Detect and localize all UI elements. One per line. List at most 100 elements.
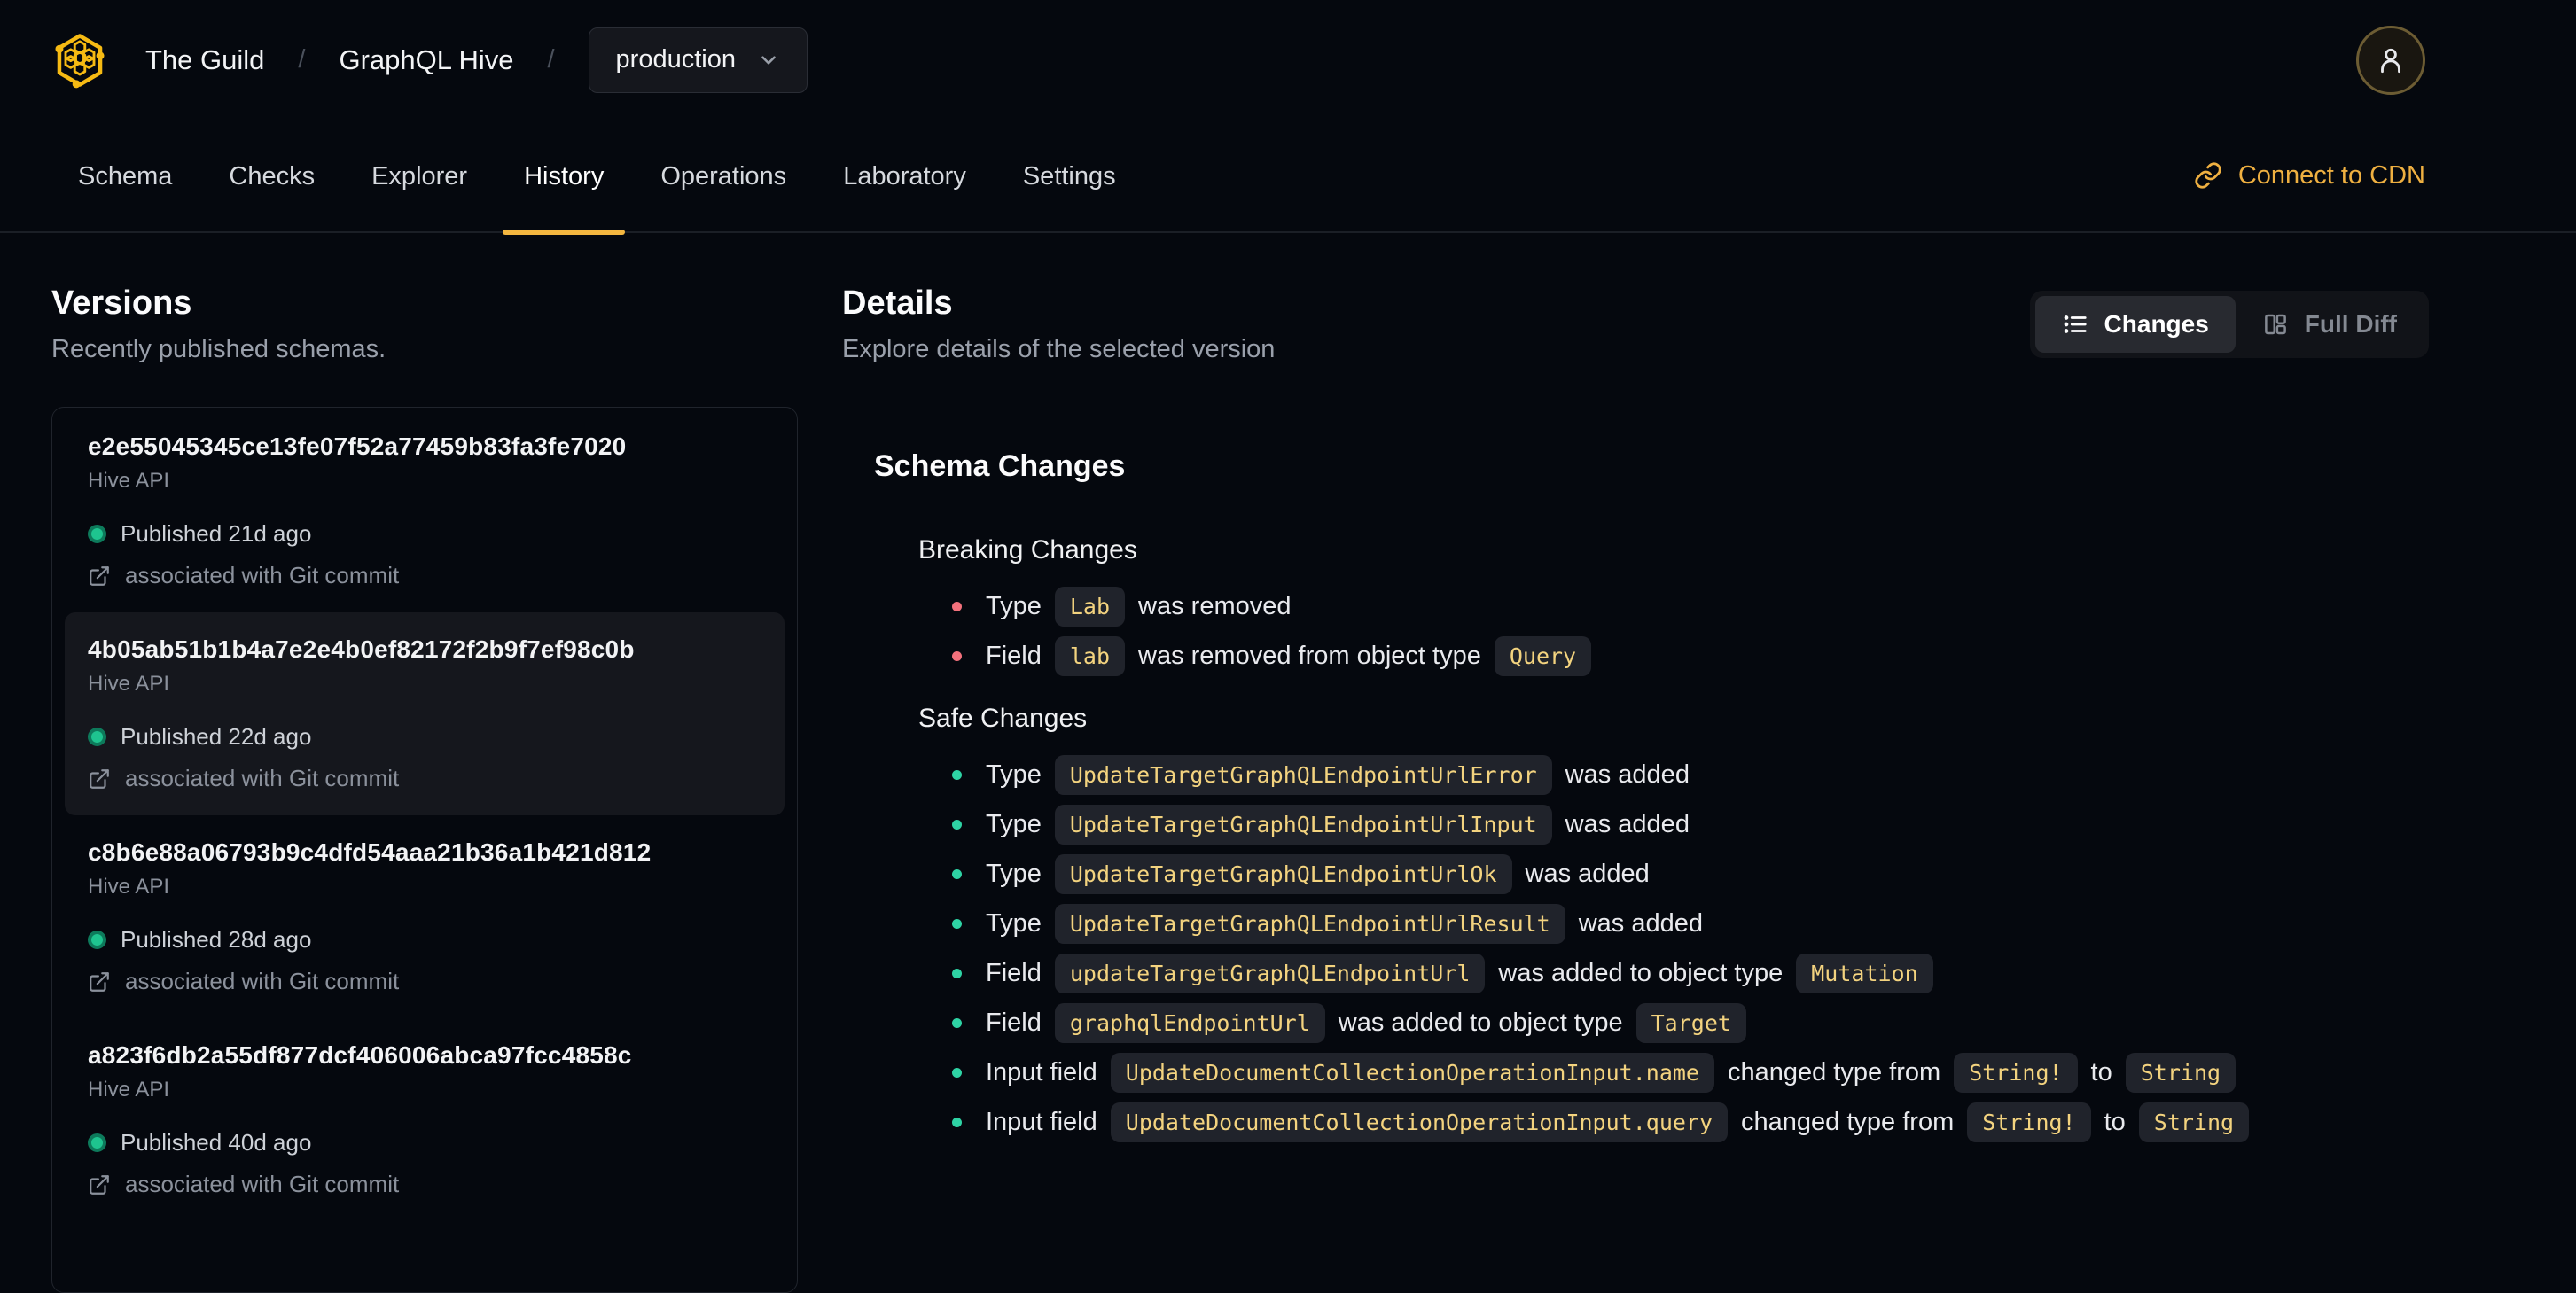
external-link-icon <box>90 768 109 789</box>
schema-change-code-badge: UpdateTargetGraphQLEndpointUrlInput <box>1054 804 1552 845</box>
project-tab-bar: Schema Checks Explorer History Operations Lab… <box>0 120 2576 235</box>
tab-explorer[interactable]: Explorer <box>345 120 494 233</box>
external-link-icon <box>90 565 109 586</box>
schema-change-text: was added <box>1565 759 1690 789</box>
full-diff-view-button[interactable]: Full Diff <box>2236 296 2424 353</box>
tabs-container: Schema Checks Explorer History Operations Lab… <box>51 120 1146 235</box>
full-diff-view-label: Full Diff <box>2304 310 2397 338</box>
tab-laboratory[interactable]: Laboratory <box>816 120 993 233</box>
safe-bullet-dot <box>952 1117 962 1127</box>
schema-change-code-badge: String <box>2125 1052 2236 1093</box>
git-commit-label: associated with Git commit <box>125 562 400 588</box>
version-hash: e2e55045345ce13fe07f52a77459b83fa3fe7020 <box>88 432 627 460</box>
breadcrumb-org[interactable]: The Guild <box>145 44 264 76</box>
schema-change-row: Field graphqlEndpointUrl was added to obje… <box>952 1001 2429 1044</box>
safe-changes-subsection: Safe Changes Type UpdateTargetGraphQLEndpo… <box>918 704 2429 1143</box>
changes-view-button[interactable]: Changes <box>2034 296 2236 353</box>
list-icon <box>2064 315 2087 333</box>
version-service-name: Hive API <box>88 1078 170 1102</box>
tab-operations[interactable]: Operations <box>634 120 813 233</box>
app-header: The Guild / GraphQL Hive / production <box>0 0 2576 120</box>
schema-change-text: changed type from <box>1741 1107 1955 1136</box>
details-header: Details Explore details of the selected … <box>842 284 2429 364</box>
target-selector-dropdown[interactable]: production <box>588 27 808 93</box>
details-subtitle: Explore details of the selected version <box>842 335 1276 363</box>
schema-change-row: Field updateTargetGraphQLEndpointUrl was a… <box>952 952 2429 994</box>
schema-change-text: Type <box>986 859 1042 888</box>
git-commit-label: associated with Git commit <box>125 765 400 791</box>
schema-change-code-badge: UpdateTargetGraphQLEndpointUrlError <box>1054 754 1552 795</box>
schema-change-code-badge: graphqlEndpointUrl <box>1054 1002 1325 1043</box>
schema-change-code-badge: Target <box>1635 1002 1746 1043</box>
schema-change-text: was added <box>1565 809 1690 838</box>
columns-icon <box>2264 314 2286 335</box>
user-icon <box>2381 48 2400 73</box>
schema-change-text: Type <box>986 809 1042 838</box>
schema-changes-section: Schema Changes Breaking Changes Type Lab wa… <box>874 449 2429 1143</box>
schema-change-text: changed type from <box>1727 1057 1941 1087</box>
tab-checks[interactable]: Checks <box>202 120 341 233</box>
breaking-bullet-dot <box>952 650 962 661</box>
breaking-changes-list: Type Lab was removed Field lab was removed fr… <box>918 585 2429 677</box>
tab-settings[interactable]: Settings <box>996 120 1143 233</box>
schema-change-text: Field <box>986 641 1042 670</box>
git-commit-label: associated with Git commit <box>125 1171 400 1197</box>
schema-change-text: was removed from object type <box>1138 641 1481 670</box>
version-service-name: Hive API <box>88 875 170 899</box>
breadcrumb-project[interactable]: GraphQL Hive <box>339 44 513 76</box>
git-commit-link[interactable]: associated with Git commit <box>88 562 761 589</box>
schema-change-code-badge: updateTargetGraphQLEndpointUrl <box>1054 953 1486 993</box>
safe-bullet-dot <box>952 1067 962 1078</box>
safe-bullet-dot <box>952 918 962 929</box>
changes-view-label: Changes <box>2104 310 2209 338</box>
version-service-name: Hive API <box>88 469 170 493</box>
version-list-item[interactable]: c8b6e88a06793b9c4dfd54aaa21b36a1b421d812… <box>52 815 797 1018</box>
version-publish-status: Published 28d ago <box>88 926 761 954</box>
version-publish-status: Published 40d ago <box>88 1129 761 1157</box>
git-commit-link[interactable]: associated with Git commit <box>88 765 761 792</box>
link-icon <box>2195 162 2221 189</box>
schema-change-code-badge: Lab <box>1054 586 1126 627</box>
schema-change-row: Input field UpdateDocumentCollectionOpera… <box>952 1051 2429 1094</box>
user-avatar[interactable] <box>2356 25 2425 95</box>
view-toggle-group: Changes Full Diff <box>2029 291 2429 358</box>
versions-list: e2e55045345ce13fe07f52a77459b83fa3fe7020… <box>51 407 798 1293</box>
published-status-text: Published 22d ago <box>121 723 312 750</box>
schema-change-row: Field lab was removed from object type Quer… <box>952 635 2429 677</box>
git-commit-link[interactable]: associated with Git commit <box>88 968 761 995</box>
version-list-item[interactable]: a823f6db2a55df877dcf406006abca97fcc4858c… <box>52 1018 797 1221</box>
breadcrumb-separator: / <box>298 45 306 74</box>
version-service-name: Hive API <box>88 672 170 696</box>
safe-bullet-dot <box>952 819 962 830</box>
hive-logo-icon[interactable] <box>51 32 108 89</box>
external-link-icon <box>90 1174 109 1195</box>
schema-change-row: Type UpdateTargetGraphQLEndpointUrlInput w… <box>952 803 2429 845</box>
schema-change-text: Input field <box>986 1057 1097 1087</box>
schema-change-row: Type Lab was removed <box>952 585 2429 627</box>
safe-bullet-dot <box>952 1017 962 1028</box>
breaking-changes-title: Breaking Changes <box>918 535 1137 565</box>
version-publish-status: Published 21d ago <box>88 520 761 548</box>
schema-change-text: Type <box>986 759 1042 789</box>
tab-history[interactable]: History <box>497 120 630 235</box>
chevron-down-icon <box>761 55 776 65</box>
published-status-dot <box>88 1133 106 1152</box>
schema-change-code-badge: Query <box>1494 635 1592 676</box>
tab-schema[interactable]: Schema <box>51 120 199 233</box>
safe-changes-list: Type UpdateTargetGraphQLEndpointUrlError w… <box>918 753 2429 1143</box>
safe-bullet-dot <box>952 868 962 879</box>
git-commit-link[interactable]: associated with Git commit <box>88 1171 761 1198</box>
published-status-dot <box>88 728 106 746</box>
version-list-item[interactable]: e2e55045345ce13fe07f52a77459b83fa3fe7020… <box>52 409 797 612</box>
breadcrumb: The Guild / GraphQL Hive / production <box>145 27 808 93</box>
connect-to-cdn-button[interactable]: Connect to CDN <box>2194 161 2425 191</box>
versions-subtitle: Recently published schemas. <box>51 335 386 363</box>
schema-change-code-badge: UpdateTargetGraphQLEndpointUrlOk <box>1054 853 1512 894</box>
published-status-dot <box>88 931 106 949</box>
external-link-icon <box>90 971 109 992</box>
schema-change-text: was added <box>1578 908 1704 938</box>
schema-change-code-badge: UpdateDocumentCollectionOperationInput.n… <box>1110 1052 1714 1093</box>
version-list-item[interactable]: 4b05ab51b1b4a7e2e4b0ef82172f2b9f7ef98c0b… <box>65 612 785 815</box>
safe-bullet-dot <box>952 968 962 978</box>
details-title: Details <box>842 284 953 322</box>
